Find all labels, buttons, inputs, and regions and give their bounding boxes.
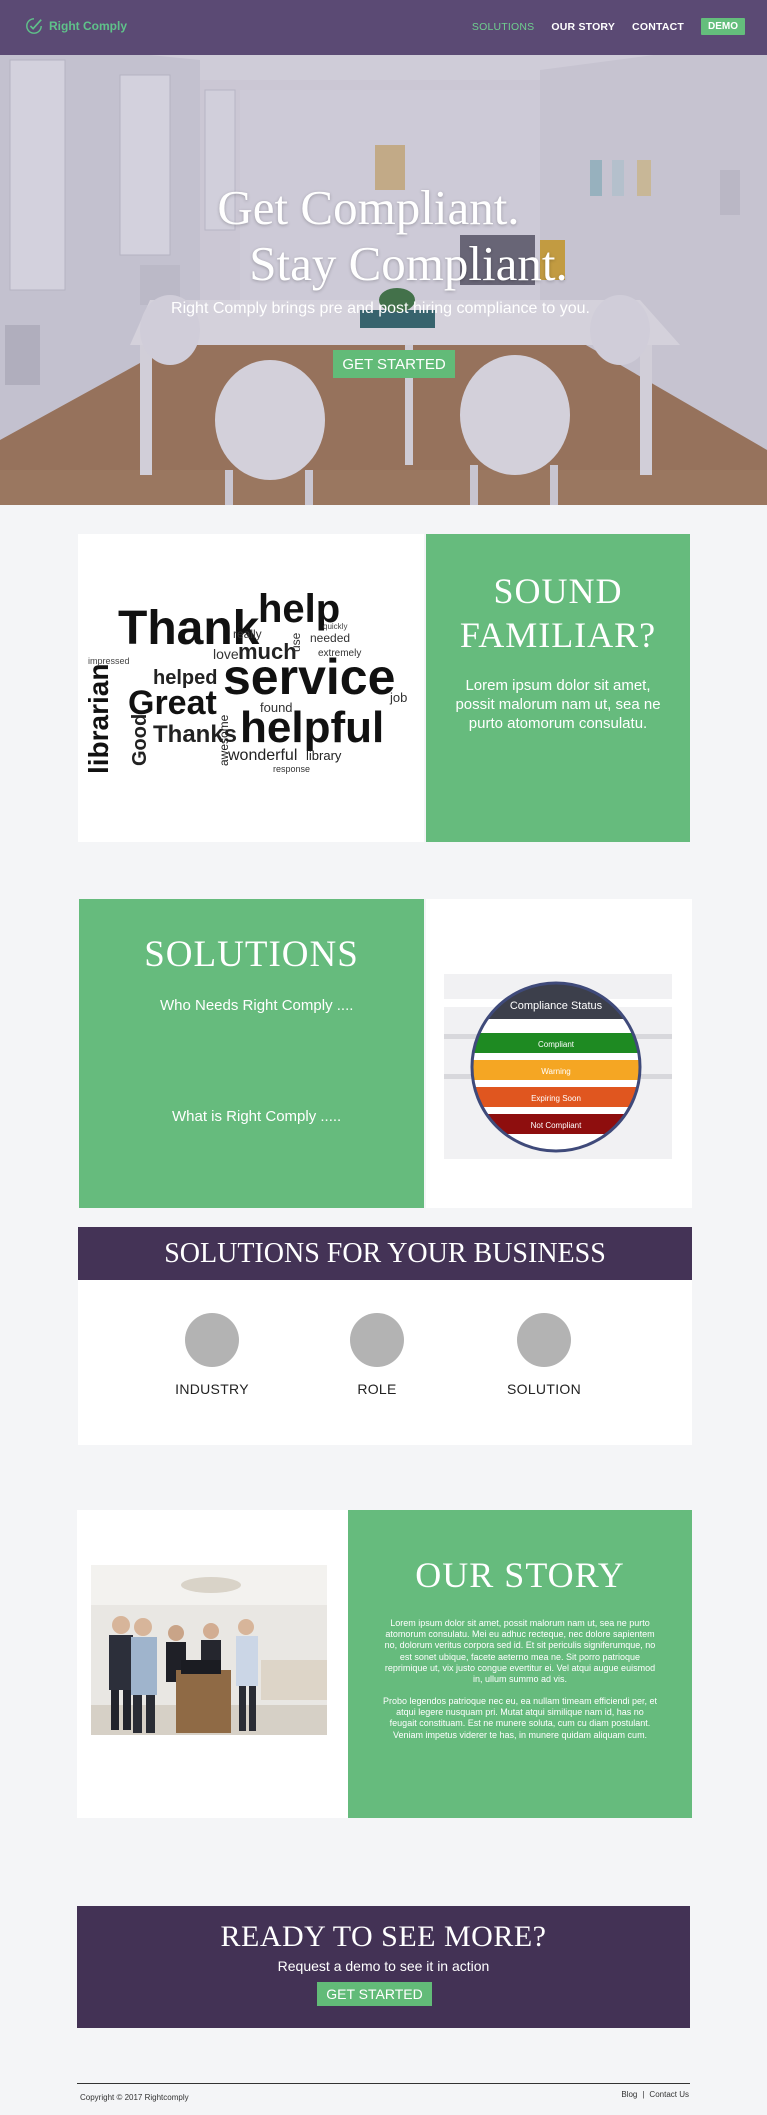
nav-link-contact[interactable]: CONTACT <box>632 21 684 33</box>
not-compliant-label: Not Compliant <box>531 1121 582 1130</box>
hero-get-started-button[interactable]: GET STARTED <box>333 350 455 378</box>
footer-link-contact-us[interactable]: Contact Us <box>649 2090 689 2099</box>
top-nav: Right Comply SOLUTIONS OUR STORY CONTACT… <box>0 0 767 55</box>
word-needed: needed <box>310 631 350 645</box>
our-story-panel: OUR STORY Lorem ipsum dolor sit amet, po… <box>348 1510 692 1818</box>
hero-section: Get Compliant. Stay Compliant. Right Com… <box>0 0 767 505</box>
business-item-solution[interactable]: SOLUTION <box>484 1313 604 1397</box>
sound-familiar-body: Lorem ipsum dolor sit amet, possit malor… <box>455 677 661 732</box>
business-item-label: INDUSTRY <box>175 1381 249 1397</box>
word-impressed: impressed <box>88 656 130 666</box>
brand-logo[interactable]: Right Comply <box>25 17 127 35</box>
sound-familiar-panel: SOUND FAMILIAR? Lorem ipsum dolor sit am… <box>426 534 690 842</box>
business-item-industry[interactable]: INDUSTRY <box>152 1313 272 1397</box>
word-helped: helped <box>153 667 217 689</box>
word-extremely: extremely <box>318 648 361 659</box>
team-photo <box>91 1565 327 1735</box>
hero-title-line2: Stay Compliant. <box>249 236 568 291</box>
sound-familiar-heading-line1: SOUND <box>493 571 623 611</box>
solution-icon <box>517 1313 571 1367</box>
compliance-status-panel: Compliance Status Compliant Warning Expi… <box>426 899 692 1208</box>
warning-label: Warning <box>541 1067 571 1076</box>
word-found: found <box>260 700 293 715</box>
footer-copyright: Copyright © 2017 Rightcomply <box>80 2093 189 2102</box>
compliant-label: Compliant <box>538 1040 575 1049</box>
demo-button[interactable]: DEMO <box>701 18 745 35</box>
word-cloud-image: Thank help service helpful much Great Th… <box>83 587 407 774</box>
nav-link-solutions[interactable]: SOLUTIONS <box>472 21 534 33</box>
word-quickly: quickly <box>323 622 347 631</box>
business-options: INDUSTRY ROLE SOLUTION <box>78 1280 692 1445</box>
footer-divider <box>77 2083 690 2084</box>
brand-name: Right Comply <box>49 19 127 33</box>
compliance-status-image: Compliance Status Compliant Warning Expi… <box>444 974 672 1159</box>
word-cloud-panel: Thank help service helpful much Great Th… <box>78 534 424 842</box>
hero-subtitle: Right Comply brings pre and post hiring … <box>171 300 590 317</box>
compliance-status-title: Compliance Status <box>510 1000 603 1012</box>
hero-title-line1: Get Compliant. <box>217 180 520 235</box>
word-library: library <box>306 748 342 763</box>
cta-get-started-button[interactable]: GET STARTED <box>317 1982 432 2006</box>
cta-subheading: Request a demo to see it in action <box>277 1958 490 1974</box>
solutions-what-is-link[interactable]: What is Right Comply ..... <box>172 1108 341 1125</box>
our-story-heading: OUR STORY <box>415 1555 625 1595</box>
nav-link-our-story[interactable]: OUR STORY <box>551 21 615 33</box>
team-photo-panel <box>77 1510 348 1818</box>
footer-link-blog[interactable]: Blog <box>621 2090 637 2099</box>
word-awesome: awesome <box>217 714 231 766</box>
solutions-who-needs-link[interactable]: Who Needs Right Comply .... <box>160 997 353 1014</box>
word-job: job <box>389 690 407 705</box>
business-item-label: ROLE <box>357 1381 397 1397</box>
word-good: Good <box>129 714 151 766</box>
word-wonderful: wonderful <box>227 747 297 764</box>
cta-heading: READY TO SEE MORE? <box>220 1920 547 1953</box>
nav-links: SOLUTIONS OUR STORY CONTACT DEMO <box>472 18 745 35</box>
word-use: use <box>289 632 303 652</box>
word-love: love <box>213 646 239 662</box>
sound-familiar-heading-line2: FAMILIAR? <box>459 615 657 655</box>
business-heading-bar: SOLUTIONS FOR YOUR BUSINESS <box>78 1227 692 1280</box>
word-response: response <box>273 764 310 774</box>
role-icon <box>350 1313 404 1367</box>
word-much: much <box>238 639 297 664</box>
expiring-soon-label: Expiring Soon <box>531 1094 581 1103</box>
our-story-paragraph-2: Probo legendos patrioque nec eu, ea null… <box>382 1696 657 1740</box>
footer-links: Blog | Contact Us <box>621 2090 689 2099</box>
word-really: really <box>233 627 262 641</box>
business-heading: SOLUTIONS FOR YOUR BUSINESS <box>164 1237 606 1269</box>
checkmark-logo-icon <box>26 18 42 34</box>
solutions-heading: SOLUTIONS <box>144 934 359 975</box>
business-item-label: SOLUTION <box>507 1381 581 1397</box>
business-item-role[interactable]: ROLE <box>317 1313 437 1397</box>
industry-icon <box>185 1313 239 1367</box>
word-librarian: librarian <box>83 664 114 774</box>
cta-banner: READY TO SEE MORE? Request a demo to see… <box>77 1906 690 2028</box>
footer-separator: | <box>642 2090 645 2099</box>
our-story-paragraph-1: Lorem ipsum dolor sit amet, possit malor… <box>384 1618 656 1685</box>
solutions-panel: SOLUTIONS Who Needs Right Comply .... Wh… <box>79 899 424 1208</box>
